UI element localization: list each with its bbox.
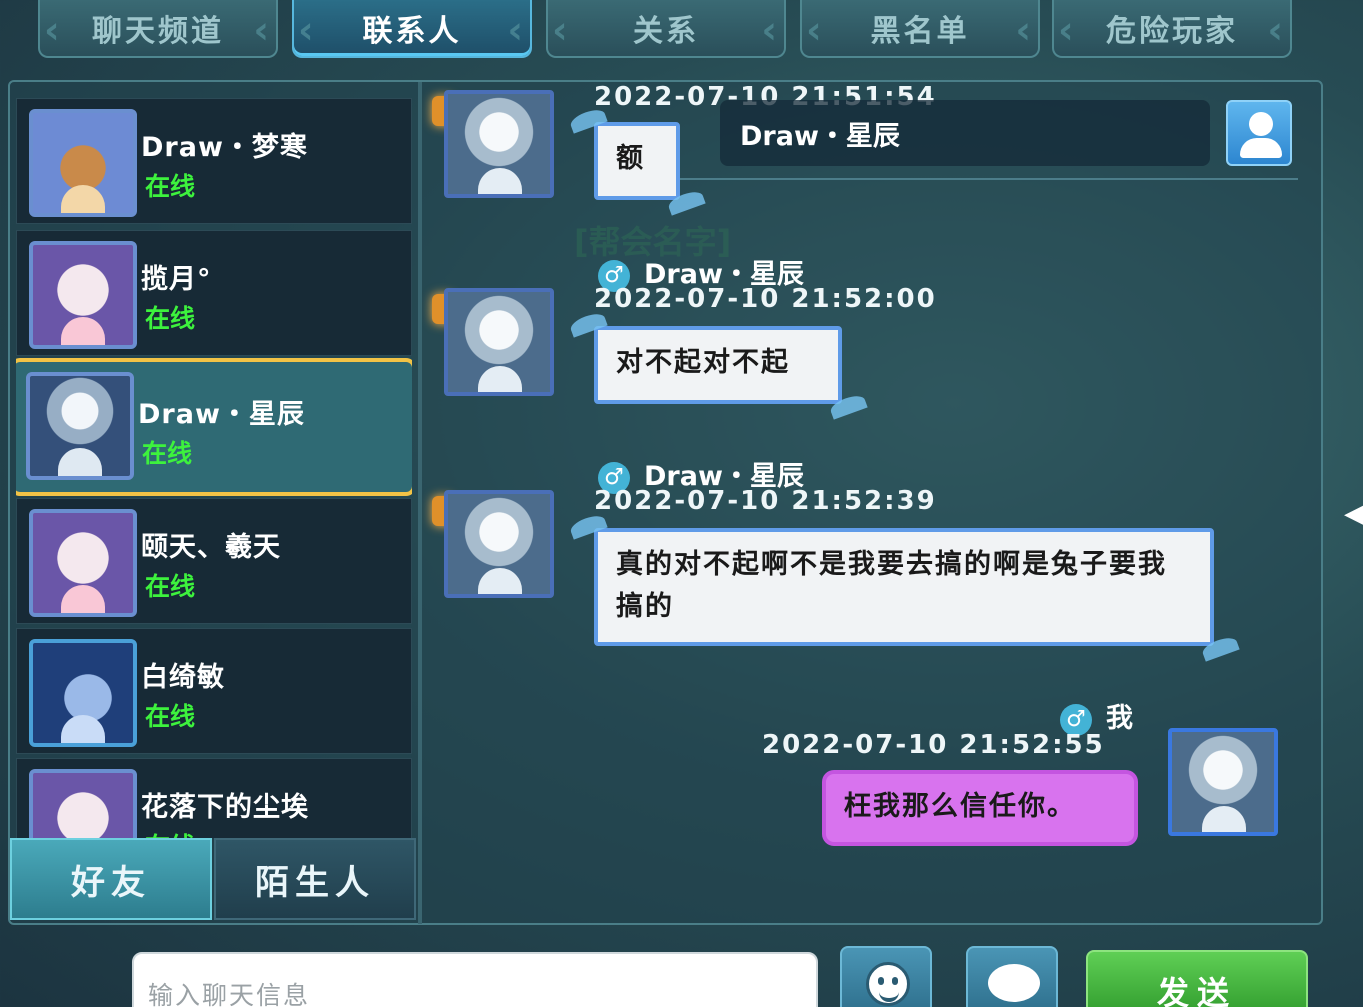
top-tab-bar: ‹ 聊天频道 ‹ ‹ 联系人 ‹ ‹ 关系 ‹ ‹ 黑名单 ‹ ‹ 危险玩家 ‹ xyxy=(38,0,1298,62)
contact-name: 揽月° xyxy=(141,264,212,295)
message-bubble: 对不起对不起 xyxy=(594,326,842,404)
chevron-left-icon: ‹ xyxy=(552,8,571,52)
contact-name: 白绮敏 xyxy=(141,662,225,693)
message-timestamp: 2022-07-10 21:52:00 xyxy=(594,284,937,314)
sheep-avatar xyxy=(29,509,137,617)
tab-dangerous-players[interactable]: ‹ 危险玩家 ‹ xyxy=(1052,0,1292,58)
tab-label: 联系人 xyxy=(362,14,462,49)
contact-status: 在线 xyxy=(145,172,196,201)
tab-label: 关系 xyxy=(633,14,699,49)
contact-name: Draw・星辰 xyxy=(138,399,305,430)
contact-name: 颐天、羲天 xyxy=(141,532,281,563)
person-icon-body xyxy=(1240,138,1282,158)
friends-tab-button[interactable]: 好友 xyxy=(10,838,212,920)
tab-label: 聊天频道 xyxy=(92,14,224,49)
tab-contacts[interactable]: ‹ 联系人 ‹ xyxy=(292,0,532,58)
wolf-avatar xyxy=(29,639,137,747)
contact-status: 在线 xyxy=(145,827,195,838)
contact-item-selected[interactable]: Draw・星辰 在线 xyxy=(16,358,412,496)
chat-area[interactable]: [帮会名字] 2022-07-10 21:51:54 Draw・星辰 额 ♂ Dr… xyxy=(424,82,1320,924)
send-button[interactable]: 发送 xyxy=(1086,950,1308,1007)
message-bubble: 额 xyxy=(594,122,680,200)
chevron-left-icon[interactable]: ◀ xyxy=(1344,496,1363,531)
contact-name: Draw・梦寒 xyxy=(141,132,308,163)
sheep-avatar xyxy=(29,769,137,838)
chevron-left-icon: ‹ xyxy=(1015,8,1034,52)
divider xyxy=(418,82,422,924)
tab-label: 危险玩家 xyxy=(1106,14,1238,49)
chevron-left-icon: ‹ xyxy=(507,8,526,52)
partner-name-bar: Draw・星辰 xyxy=(720,100,1210,166)
message-avatar[interactable] xyxy=(444,90,554,198)
person-icon xyxy=(1249,112,1273,136)
white-hair-avatar xyxy=(26,372,134,480)
message-timestamp: 2022-07-10 21:52:55 xyxy=(762,730,1105,760)
chevron-left-icon: ‹ xyxy=(761,8,780,52)
chat-input[interactable] xyxy=(132,952,818,1007)
chevron-left-icon: ‹ xyxy=(1058,8,1077,52)
contact-item[interactable]: 颐天、羲天 在线 xyxy=(16,498,412,624)
emoji-button[interactable] xyxy=(840,946,932,1007)
chevron-left-icon: ‹ xyxy=(806,8,825,52)
profile-button[interactable] xyxy=(1226,100,1292,166)
tab-relations[interactable]: ‹ 关系 ‹ xyxy=(546,0,786,58)
contact-status: 在线 xyxy=(145,702,196,731)
contact-status: 在线 xyxy=(145,572,196,601)
chevron-left-icon: ‹ xyxy=(44,8,63,52)
contact-item[interactable]: 白绮敏 在线 xyxy=(16,628,412,754)
message-bubble: 真的对不起啊不是我要去搞的啊是兔子要我搞的 xyxy=(594,528,1214,646)
smiley-icon xyxy=(866,962,910,1006)
my-avatar[interactable] xyxy=(1168,728,1278,836)
tab-label: 黑名单 xyxy=(870,14,970,49)
fox-avatar xyxy=(29,109,137,217)
chevron-left-icon: ‹ xyxy=(1267,8,1286,52)
sheep-avatar xyxy=(29,241,137,349)
contact-item[interactable]: Draw・梦寒 在线 xyxy=(16,98,412,224)
my-message-bubble: 枉我那么信任你。 xyxy=(822,770,1138,846)
contact-item[interactable]: 花落下的尘埃 在线 xyxy=(16,758,412,838)
partner-name: Draw・星辰 xyxy=(740,120,900,152)
speech-bubble-icon xyxy=(988,964,1040,1002)
message-timestamp: 2022-07-10 21:52:39 xyxy=(594,486,937,516)
chevron-left-icon: ‹ xyxy=(298,8,317,52)
message-avatar[interactable] xyxy=(444,288,554,396)
contact-status: 在线 xyxy=(142,439,193,468)
speech-button[interactable] xyxy=(966,946,1058,1007)
chevron-left-icon: ‹ xyxy=(253,8,272,52)
separator-line xyxy=(680,178,1298,180)
message-avatar[interactable] xyxy=(444,490,554,598)
contact-status: 在线 xyxy=(145,304,196,333)
contact-item[interactable]: 揽月° 在线 xyxy=(16,230,412,356)
strangers-tab-button[interactable]: 陌生人 xyxy=(214,838,416,920)
contact-name: 花落下的尘埃 xyxy=(141,792,309,823)
sender-name: 我 xyxy=(1106,703,1133,734)
tab-chat-channel[interactable]: ‹ 聊天频道 ‹ xyxy=(38,0,278,58)
contact-list[interactable]: Draw・梦寒 在线 揽月° 在线 Draw・星辰 在线 颐天、羲天 在线 白绮… xyxy=(16,98,412,838)
tab-blacklist[interactable]: ‹ 黑名单 ‹ xyxy=(800,0,1040,58)
